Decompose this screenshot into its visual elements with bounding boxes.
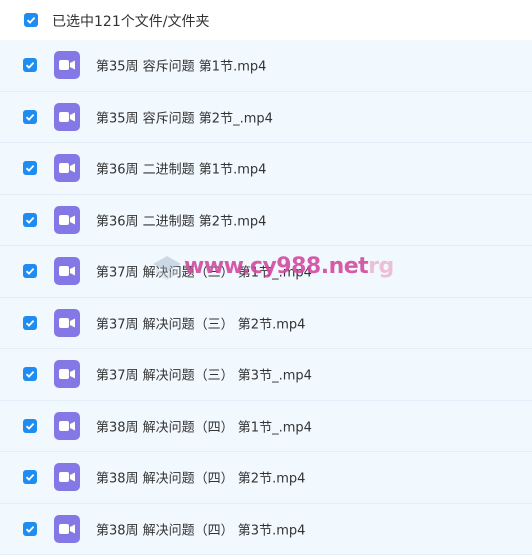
checkmark-icon: [25, 421, 35, 431]
file-row[interactable]: 第36周 二进制题 第1节.mp4: [0, 143, 532, 195]
video-file-icon: [54, 412, 80, 440]
file-checkbox[interactable]: [23, 58, 37, 72]
file-name[interactable]: 第37周 解决问题（三） 第2节.mp4: [96, 313, 305, 332]
file-name[interactable]: 第38周 解决问题（四） 第1节_.mp4: [96, 416, 312, 435]
file-row[interactable]: 第37周 解决问题（三） 第3节_.mp4: [0, 349, 532, 401]
file-name[interactable]: 第36周 二进制题 第1节.mp4: [96, 159, 266, 178]
file-checkbox[interactable]: [23, 470, 37, 484]
file-name[interactable]: 第38周 解决问题（四） 第3节.mp4: [96, 519, 305, 538]
checkmark-icon: [25, 215, 35, 225]
file-checkbox[interactable]: [23, 419, 37, 433]
selection-count-text: 已选中121个文件/文件夹: [52, 11, 209, 31]
video-file-icon: [54, 515, 80, 543]
video-file-icon: [54, 463, 80, 491]
file-list: 第35周 容斥问题 第1节.mp4 第35周 容斥问题 第2节_.mp4 第36…: [0, 40, 532, 555]
video-file-icon: [54, 257, 80, 285]
file-name[interactable]: 第38周 解决问题（四） 第2节.mp4: [96, 468, 305, 487]
video-file-icon: [54, 309, 80, 337]
video-file-icon: [54, 360, 80, 388]
checkmark-icon: [25, 266, 35, 276]
checkmark-icon: [25, 318, 35, 328]
checkmark-icon: [25, 369, 35, 379]
checkmark-icon: [26, 15, 36, 25]
file-name[interactable]: 第35周 容斥问题 第2节_.mp4: [96, 107, 273, 126]
checkmark-icon: [25, 524, 35, 534]
checkmark-icon: [25, 112, 35, 122]
video-file-icon: [54, 206, 80, 234]
file-checkbox[interactable]: [23, 522, 37, 536]
file-row[interactable]: 第38周 解决问题（四） 第1节_.mp4: [0, 401, 532, 453]
file-checkbox[interactable]: [23, 161, 37, 175]
video-file-icon: [54, 154, 80, 182]
file-name[interactable]: 第36周 二进制题 第2节.mp4: [96, 210, 266, 229]
file-row[interactable]: 第36周 二进制题 第2节.mp4: [0, 195, 532, 247]
file-row[interactable]: 第35周 容斥问题 第2节_.mp4: [0, 92, 532, 144]
video-file-icon: [54, 103, 80, 131]
selection-header: 已选中121个文件/文件夹: [0, 0, 532, 40]
file-checkbox[interactable]: [23, 110, 37, 124]
file-checkbox[interactable]: [23, 213, 37, 227]
file-name[interactable]: 第37周 解决问题（三） 第3节_.mp4: [96, 365, 312, 384]
checkmark-icon: [25, 60, 35, 70]
checkmark-icon: [25, 163, 35, 173]
file-row[interactable]: 第38周 解决问题（四） 第2节.mp4: [0, 452, 532, 504]
file-name[interactable]: 第37周 解决问题（三） 第1节_.mp4: [96, 262, 312, 281]
file-checkbox[interactable]: [23, 264, 37, 278]
file-row[interactable]: 第37周 解决问题（三） 第2节.mp4: [0, 298, 532, 350]
file-checkbox[interactable]: [23, 367, 37, 381]
video-file-icon: [54, 51, 80, 79]
select-all-checkbox[interactable]: [24, 13, 38, 27]
file-checkbox[interactable]: [23, 316, 37, 330]
checkmark-icon: [25, 472, 35, 482]
file-row[interactable]: 第35周 容斥问题 第1节.mp4: [0, 40, 532, 92]
file-row[interactable]: 第38周 解决问题（四） 第3节.mp4: [0, 504, 532, 555]
file-row[interactable]: 第37周 解决问题（三） 第1节_.mp4: [0, 246, 532, 298]
file-name[interactable]: 第35周 容斥问题 第1节.mp4: [96, 56, 266, 75]
